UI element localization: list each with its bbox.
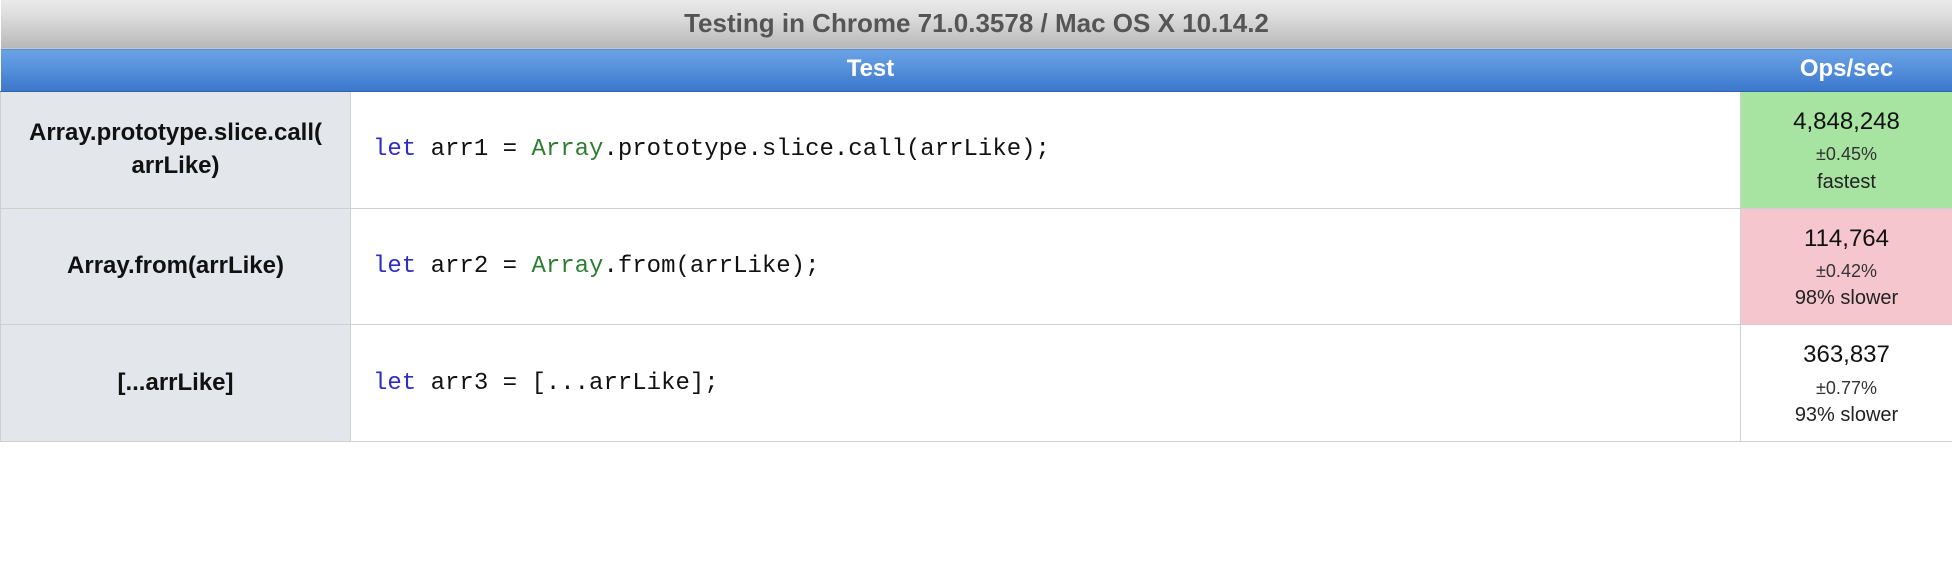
ops-cell: 114,764 ±0.42% 98% slower	[1741, 208, 1952, 325]
header-row: Test Ops/sec	[1, 49, 1952, 92]
ops-note: 93% slower	[1747, 402, 1946, 429]
ops-value: 363,837	[1803, 341, 1890, 368]
page-title: Testing in Chrome 71.0.3578 / Mac OS X 1…	[1, 0, 1952, 49]
ops-note: fastest	[1747, 169, 1946, 196]
title-row: Testing in Chrome 71.0.3578 / Mac OS X 1…	[1, 0, 1952, 49]
test-label: Array.prototype.slice.call( arrLike)	[1, 92, 351, 209]
table-row: Array.prototype.slice.call( arrLike) let…	[1, 92, 1952, 209]
ops-cell: 363,837 ±0.77% 93% slower	[1741, 325, 1952, 442]
test-label: Array.from(arrLike)	[1, 208, 351, 325]
ops-note: 98% slower	[1747, 285, 1946, 312]
header-ops: Ops/sec	[1741, 49, 1952, 92]
ops-error: ±0.42%	[1747, 259, 1946, 283]
header-test: Test	[1, 49, 1741, 92]
ops-value: 114,764	[1804, 225, 1889, 252]
table-row: [...arrLike] let arr3 = [...arrLike]; 36…	[1, 325, 1952, 442]
ops-error: ±0.45%	[1747, 142, 1946, 166]
ops-value: 4,848,248	[1793, 108, 1900, 135]
ops-error: ±0.77%	[1747, 376, 1946, 400]
test-code: let arr1 = Array.prototype.slice.call(ar…	[351, 92, 1741, 209]
table-row: Array.from(arrLike) let arr2 = Array.fro…	[1, 208, 1952, 325]
benchmark-table: Testing in Chrome 71.0.3578 / Mac OS X 1…	[0, 0, 1952, 442]
test-label: [...arrLike]	[1, 325, 351, 442]
test-code: let arr3 = [...arrLike];	[351, 325, 1741, 442]
ops-cell: 4,848,248 ±0.45% fastest	[1741, 92, 1952, 209]
test-code: let arr2 = Array.from(arrLike);	[351, 208, 1741, 325]
